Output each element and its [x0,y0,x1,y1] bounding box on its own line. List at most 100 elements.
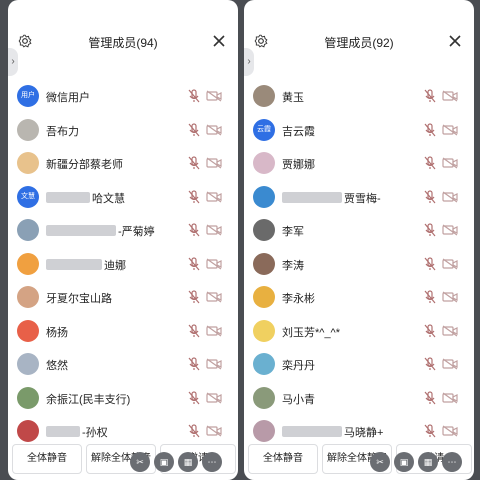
camera-off-icon[interactable] [206,124,222,136]
tool-icon[interactable]: ▣ [394,452,414,472]
camera-off-icon[interactable] [206,191,222,203]
member-panel-right: › 管理成员(92) 黄玉 云霞 吉云霞 贾娜娜 贾雪梅- 李军 李涛 李永彬 刘玉芳*^_^*… [244,0,474,480]
mic-muted-icon[interactable] [424,424,436,438]
camera-off-icon[interactable] [206,157,222,169]
mic-muted-icon[interactable] [188,223,200,237]
list-item[interactable]: 悠然 [8,348,238,382]
mic-muted-icon[interactable] [424,223,436,237]
avatar [253,252,275,275]
avatar: 用户 [17,85,39,107]
camera-off-icon[interactable] [206,325,222,337]
list-item[interactable]: 新疆分部蔡老师 [8,147,238,181]
avatar [17,286,39,308]
list-item[interactable]: 云霞 吉云霞 [244,114,474,148]
camera-off-icon[interactable] [206,291,222,303]
mic-muted-icon[interactable] [188,424,200,438]
camera-off-icon[interactable] [206,425,222,437]
list-item[interactable]: -严菊婷 [8,214,238,248]
camera-off-icon[interactable] [442,291,458,303]
list-item[interactable]: 刘玉芳*^_^* [244,315,474,349]
tool-icon[interactable]: ▦ [418,452,438,472]
mute-all-button[interactable]: 全体静音 [248,444,318,474]
member-name: 贾娜娜 [282,159,315,171]
mic-muted-icon[interactable] [188,390,200,405]
list-item[interactable]: 李永彬 [244,281,474,315]
camera-off-icon[interactable] [442,425,458,437]
list-item[interactable]: 用户 微信用户 [8,80,238,114]
list-item[interactable]: 贾雪梅- [244,181,474,215]
avatar [17,420,39,442]
member-name: 新疆分部蔡老师 [46,159,123,171]
avatar [17,386,39,409]
mic-muted-icon[interactable] [188,357,200,371]
mic-muted-icon[interactable] [188,156,200,170]
panel-title: 管理成员(92) [324,36,394,50]
member-list: 用户 微信用户吾布力新疆分部蔡老师文慧 哈文慧 -严菊婷迪娜 牙夏尔宝山路 杨扬 悠然 余振江… [8,70,238,449]
camera-off-icon[interactable] [442,191,458,203]
mic-muted-icon[interactable] [424,122,436,137]
mic-muted-icon[interactable] [188,323,200,338]
avatar: 云霞 [253,118,275,141]
tool-icon[interactable]: ▦ [178,452,198,472]
member-name: -严菊婷 [46,223,155,239]
camera-off-icon[interactable] [442,224,458,236]
mic-muted-icon[interactable] [424,256,436,271]
camera-off-icon[interactable] [206,258,222,270]
tool-icon[interactable]: ✂ [370,452,390,472]
camera-off-icon[interactable] [206,90,222,102]
member-name: 李军 [282,226,304,238]
camera-off-icon[interactable] [206,358,222,370]
camera-off-icon[interactable] [206,392,222,404]
list-item[interactable]: 迪娜 [8,248,238,282]
camera-off-icon[interactable] [206,224,222,236]
mute-all-button[interactable]: 全体静音 [12,444,82,474]
member-name: 贾雪梅- [282,190,381,206]
tool-icon[interactable]: ▣ [154,452,174,472]
list-item[interactable]: 栾丹丹 [244,348,474,382]
camera-off-icon[interactable] [442,258,458,270]
list-item[interactable]: 李涛 [244,248,474,282]
mic-muted-icon[interactable] [188,290,200,304]
mic-muted-icon[interactable] [424,189,436,204]
mic-muted-icon[interactable] [424,357,436,371]
list-item[interactable]: 文慧 哈文慧 [8,181,238,215]
mic-muted-icon[interactable] [424,323,436,338]
list-item[interactable]: 吾布力 [8,114,238,148]
camera-off-icon[interactable] [442,325,458,337]
mic-muted-icon[interactable] [424,156,436,170]
mic-muted-icon[interactable] [188,189,200,204]
list-item[interactable]: 余振江(民丰支行) [8,382,238,416]
list-item[interactable]: 牙夏尔宝山路 [8,281,238,315]
avatar [253,420,275,442]
mic-muted-icon[interactable] [188,122,200,137]
avatar [17,152,39,174]
list-item[interactable]: 杨扬 [8,315,238,349]
close-icon[interactable] [212,34,226,48]
panel-header: 管理成员(94) [8,22,238,62]
list-item[interactable]: 贾娜娜 [244,147,474,181]
list-item[interactable]: 黄玉 [244,80,474,114]
mic-muted-icon[interactable] [424,290,436,304]
mic-muted-icon[interactable] [424,390,436,405]
more-icon[interactable]: ⋯ [442,452,462,472]
mic-muted-icon[interactable] [424,89,436,103]
redacted-text [282,426,342,437]
camera-off-icon[interactable] [442,90,458,102]
mic-muted-icon[interactable] [188,89,200,103]
member-name: 栾丹丹 [282,360,315,372]
camera-off-icon[interactable] [442,392,458,404]
list-item[interactable]: 李军 [244,214,474,248]
list-item[interactable]: 马小青 [244,382,474,416]
close-icon[interactable] [448,34,462,48]
avatar [253,185,275,208]
avatar [253,219,275,241]
avatar [253,85,275,107]
more-icon[interactable]: ⋯ [202,452,222,472]
camera-off-icon[interactable] [442,124,458,136]
member-name: 吾布力 [46,125,79,138]
mic-muted-icon[interactable] [188,256,200,271]
camera-off-icon[interactable] [442,157,458,169]
camera-off-icon[interactable] [442,358,458,370]
member-name: 哈文慧 [46,190,125,206]
tool-icon[interactable]: ✂ [130,452,150,472]
